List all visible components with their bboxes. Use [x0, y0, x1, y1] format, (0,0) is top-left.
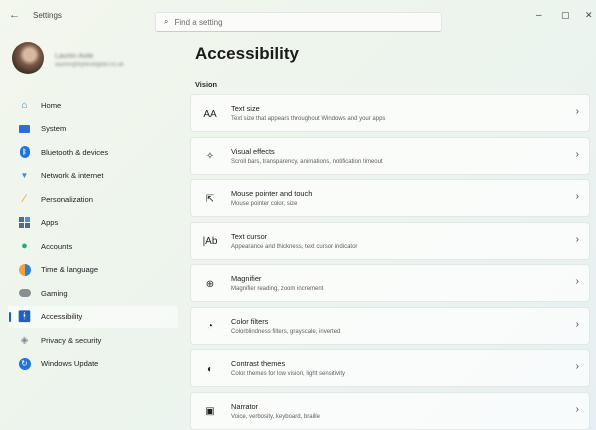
chevron-right-icon: › — [575, 191, 579, 202]
sidebar-item-label: System — [41, 124, 67, 133]
chevron-right-icon: › — [575, 106, 579, 117]
sidebar-item-time-language[interactable]: Time & language — [8, 259, 178, 281]
card-title: Mouse pointer and touch — [231, 189, 313, 198]
card-narrator[interactable]: ▣ Narrator Voice, verbosity, keyboard, b… — [190, 391, 590, 430]
sidebar-item-label: Bluetooth & devices — [41, 147, 109, 157]
maximize-button[interactable]: ▢ — [561, 10, 570, 21]
mouse-pointer-icon: ⇱ — [205, 193, 215, 205]
sidebar-item-label: Windows Update — [41, 359, 99, 368]
chevron-right-icon: › — [575, 318, 579, 330]
card-color-filters[interactable]: ◔ Color filters Colorblindness filters, … — [190, 306, 590, 345]
sidebar-nav: ⌂ Home System ᛒ Bluetooth & devices ▼ Ne… — [8, 94, 178, 376]
card-subtitle: Scroll bars, transparency, animations, n… — [231, 158, 383, 165]
avatar — [12, 42, 44, 74]
user-name: Lauren Avile — [55, 53, 94, 60]
sidebar-item-label: Time & language — [41, 265, 99, 274]
chevron-right-icon: › — [575, 233, 579, 245]
accessibility-icon: 🚹︎ — [17, 311, 32, 323]
card-contrast-themes[interactable]: ◐ Contrast themes Color themes for low v… — [190, 349, 590, 387]
card-subtitle: Colorblindness filters, grayscale, inver… — [231, 328, 341, 335]
card-title: Text size — [231, 104, 260, 113]
app-title: Settings — [33, 11, 62, 20]
chevron-right-icon: › — [575, 148, 579, 160]
accounts-icon: ● — [21, 240, 28, 252]
sidebar-item-label: Network & internet — [41, 171, 104, 180]
card-subtitle: Voice, verbosity, keyboard, braille — [231, 413, 320, 420]
card-mouse-pointer[interactable]: ⇱ Mouse pointer and touch Mouse pointer … — [190, 179, 590, 217]
sidebar-item-apps[interactable]: Apps — [8, 212, 178, 234]
narrator-icon: ▣ — [205, 406, 215, 417]
sidebar-item-privacy[interactable]: ◈ Privacy & security — [8, 329, 178, 351]
sidebar-item-accounts[interactable]: ● Accounts — [8, 235, 178, 257]
user-email: lauren@bytesdigital.co.uk — [55, 62, 124, 68]
sidebar-item-home[interactable]: ⌂ Home — [8, 94, 178, 116]
card-visual-effects[interactable]: ✧ Visual effects Scroll bars, transparen… — [190, 136, 590, 175]
close-button[interactable]: ✕ — [585, 10, 593, 21]
text-size-icon: AA — [203, 108, 217, 120]
sidebar-item-windows-update[interactable]: ↻ Windows Update — [8, 353, 178, 375]
card-title: Magnifier — [231, 274, 262, 283]
sidebar-item-label: Gaming — [41, 288, 68, 298]
search-icon: ⌕ — [164, 17, 169, 26]
search-input[interactable]: ⌕ Find a setting — [155, 12, 442, 32]
brush-icon: ∕ — [23, 193, 26, 205]
globe-icon — [18, 263, 31, 276]
card-title: Color filters — [231, 316, 269, 326]
system-icon — [18, 122, 31, 135]
card-title: Visual effects — [231, 146, 275, 156]
sidebar-item-accessibility[interactable]: 🚹︎ Accessibility — [8, 305, 178, 328]
network-icon: ▼ — [20, 171, 29, 180]
sidebar-item-personalization[interactable]: ∕ Personalization — [8, 188, 178, 210]
section-heading-vision: Vision — [195, 80, 218, 89]
sidebar-item-label: Apps — [41, 218, 59, 227]
card-subtitle: Text size that appears throughout Window… — [231, 116, 386, 122]
card-title: Narrator — [231, 401, 259, 411]
contrast-themes-icon: ◐ — [206, 363, 214, 375]
text-cursor-icon: |Ab — [202, 236, 218, 247]
card-magnifier[interactable]: ⊕ Magnifier Magnifier reading, zoom incr… — [190, 264, 590, 302]
sidebar-item-gaming[interactable]: Gaming — [8, 282, 178, 304]
sidebar-item-system[interactable]: System — [8, 118, 178, 140]
sidebar-item-label: Personalization — [41, 194, 93, 204]
visual-effects-icon: ✧ — [205, 151, 215, 162]
back-arrow-icon[interactable]: ← — [9, 9, 20, 21]
page-title: Accessibility — [195, 44, 299, 63]
home-icon: ⌂ — [21, 99, 28, 111]
card-subtitle: Mouse pointer color, size — [231, 201, 298, 207]
settings-card-list: AA Text size Text size that appears thro… — [190, 94, 590, 430]
gamepad-icon — [18, 287, 31, 300]
card-title: Text cursor — [231, 231, 268, 241]
card-text-cursor[interactable]: |Ab Text cursor Appearance and thickness… — [190, 221, 590, 260]
sidebar-item-label: Home — [41, 100, 62, 110]
card-title: Contrast themes — [231, 359, 286, 368]
minimize-button[interactable]: – — [536, 10, 542, 21]
magnifier-icon: ⊕ — [205, 278, 215, 290]
chevron-right-icon: › — [575, 361, 579, 372]
card-text-size[interactable]: AA Text size Text size that appears thro… — [190, 94, 590, 132]
sidebar-item-label: Accounts — [41, 241, 73, 251]
card-subtitle: Color themes for low vision, light sensi… — [231, 371, 346, 377]
card-subtitle: Appearance and thickness, text cursor in… — [231, 243, 358, 250]
search-placeholder: Find a setting — [174, 17, 223, 27]
sidebar-item-label: Privacy & security — [41, 335, 102, 345]
color-filters-icon: ◔ — [206, 321, 214, 332]
sidebar-item-bluetooth[interactable]: ᛒ Bluetooth & devices — [8, 141, 178, 163]
title-bar: ← Settings ⌕ Find a setting – ▢ ✕ — [0, 0, 596, 32]
chevron-right-icon: › — [575, 403, 579, 415]
chevron-right-icon: › — [575, 276, 579, 287]
sidebar-item-network[interactable]: ▼ Network & internet — [8, 165, 178, 187]
shield-icon: ◈ — [20, 334, 29, 346]
apps-icon — [18, 216, 31, 229]
sidebar-item-label: Accessibility — [41, 312, 83, 321]
bluetooth-icon: ᛒ — [18, 146, 31, 159]
card-subtitle: Magnifier reading, zoom increment — [231, 286, 324, 292]
update-icon: ↻ — [18, 357, 31, 370]
